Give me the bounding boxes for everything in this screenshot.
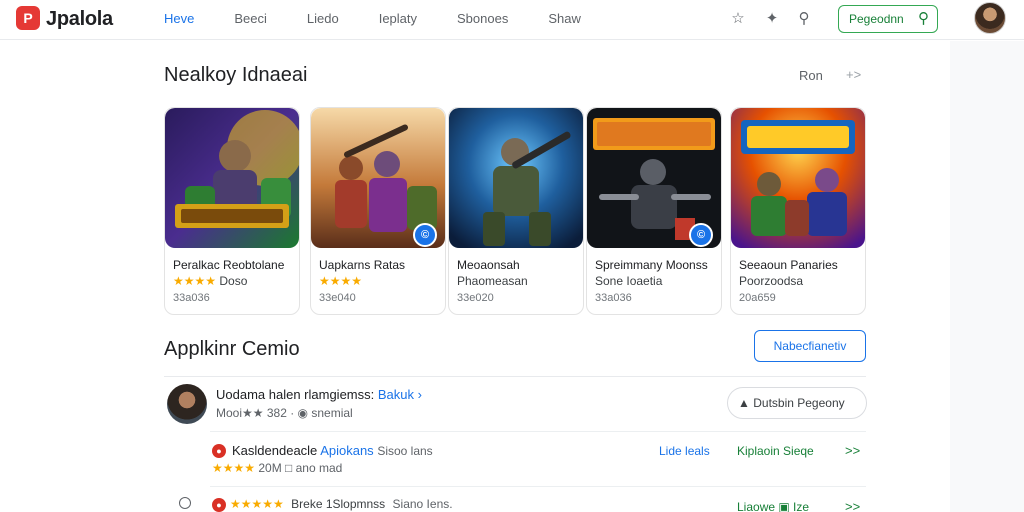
arrow-right-icon[interactable]: +> xyxy=(846,67,861,82)
nav-item-5[interactable]: Sbonoes xyxy=(457,11,508,26)
verified-badge: © xyxy=(413,223,437,247)
game-title: Meoaonsah xyxy=(457,258,520,272)
list-item-link[interactable]: Bakuk xyxy=(378,387,414,402)
nav-item-home[interactable]: Heve xyxy=(164,11,194,26)
game-title: Seeaoun Panaries xyxy=(739,258,838,272)
user-avatar[interactable] xyxy=(974,2,1006,34)
game-count: 33e040 xyxy=(319,292,356,304)
warning-icon: ▲ xyxy=(738,396,750,410)
game-count: 20a659 xyxy=(739,292,776,304)
row-divider xyxy=(210,431,866,432)
game-count: 33a036 xyxy=(595,292,632,304)
radio-icon[interactable] xyxy=(179,497,191,509)
search-icon[interactable]: ⚲ xyxy=(794,9,814,29)
list-item-title[interactable]: Uodama halen rlamgiemss: Bakuk › xyxy=(216,387,422,402)
list-divider xyxy=(164,376,866,377)
game-meta: ★★★★ Doso xyxy=(173,274,248,288)
nav-item-4[interactable]: Ieplaty xyxy=(379,11,417,26)
list-item-title[interactable]: ★★★★★ Breke 1Slopmnss Siano Iens. xyxy=(230,497,453,511)
verified-badge: © xyxy=(689,223,713,247)
search-icon: ⚲ xyxy=(918,10,929,27)
section-title-featured: Nealkoy Idnaeai xyxy=(164,64,308,86)
game-meta: Phaomeasan xyxy=(457,274,528,288)
game-cover-art xyxy=(731,108,865,248)
game-title: Uapkarns Ratas xyxy=(319,258,406,272)
see-more-link[interactable]: Ron xyxy=(799,68,823,83)
app-icon: ● xyxy=(212,498,226,512)
game-meta: Sone Ioaetia xyxy=(595,274,663,288)
puzzle-icon[interactable]: ✦ xyxy=(762,9,782,29)
section-title-apps: Applkinr Cemio xyxy=(164,338,300,360)
install-link[interactable]: Liaowe ▣ Ize xyxy=(737,500,809,512)
logo-letter: P xyxy=(23,10,33,26)
brand-name[interactable]: Jpalola xyxy=(46,8,113,31)
game-count: 33a036 xyxy=(173,292,210,304)
chevron-right-icon[interactable]: >> xyxy=(845,499,860,512)
game-cover-art xyxy=(165,108,299,248)
game-title: Peralkac Reobtolane xyxy=(173,258,285,272)
nav-item-2[interactable]: Beeci xyxy=(234,11,267,26)
game-title: Spreimmany Moonss xyxy=(595,258,708,272)
app-icon: ● xyxy=(212,444,226,458)
game-count: 33e020 xyxy=(457,292,494,304)
rating-stars: ★★★★ xyxy=(319,274,363,288)
chevron-right-icon[interactable]: >> xyxy=(845,443,860,458)
action-pill-button[interactable]: ▲ Dutsbin Pegeony xyxy=(727,387,867,419)
filter-button[interactable]: Nabecfianetiv xyxy=(754,330,866,362)
avatar[interactable] xyxy=(167,384,207,424)
search-button[interactable]: Pegeodnn ⚲ xyxy=(838,5,938,33)
right-gutter xyxy=(950,41,1024,512)
nav-item-3[interactable]: Liedo xyxy=(307,11,339,26)
game-meta: ★★★★ xyxy=(319,274,362,288)
star-outline-icon[interactable]: ☆ xyxy=(728,9,748,29)
game-card[interactable]: © Uapkarns Ratas ★★★★ 33e040 xyxy=(310,107,446,315)
list-item-meta: ★★★★ 20M □ ano mad xyxy=(212,461,343,475)
chevron-right-icon[interactable]: › xyxy=(418,387,422,402)
game-card[interactable]: Seeaoun Panaries Poorzoodsa 20a659 xyxy=(730,107,866,315)
app-logo[interactable]: P xyxy=(16,6,40,30)
rating-stars: ★★★★ xyxy=(212,461,256,475)
game-card[interactable]: Peralkac Reobtolane ★★★★ Doso 33a036 xyxy=(164,107,300,315)
details-link[interactable]: Lide leals xyxy=(659,444,710,458)
rating-stars: ★★★★ xyxy=(173,274,217,288)
search-label: Pegeodnn xyxy=(849,12,904,26)
top-navigation-bar: P Jpalola Heve Beeci Liedo Ieplaty Sbono… xyxy=(0,0,1024,40)
nav-item-6[interactable]: Shaw xyxy=(548,11,581,26)
game-cover-art xyxy=(449,108,583,248)
row-divider xyxy=(210,486,866,487)
game-meta: Poorzoodsa xyxy=(739,274,804,288)
list-item-title[interactable]: Kasldendeacle Apiokans Sisoo lans xyxy=(232,443,433,458)
list-item-link[interactable]: Apiokans xyxy=(320,443,373,458)
game-card[interactable]: Meoaonsah Phaomeasan 33e020 xyxy=(448,107,584,315)
list-item-meta: Mooi★★ 382 · ◉ snemial xyxy=(216,406,353,420)
main-nav: Heve Beeci Liedo Ieplaty Sbonoes Shaw xyxy=(164,11,621,26)
game-card[interactable]: © Spreimmany Moonss Sone Ioaetia 33a036 xyxy=(586,107,722,315)
install-link[interactable]: Kiplaoin Sieqe xyxy=(737,444,814,458)
